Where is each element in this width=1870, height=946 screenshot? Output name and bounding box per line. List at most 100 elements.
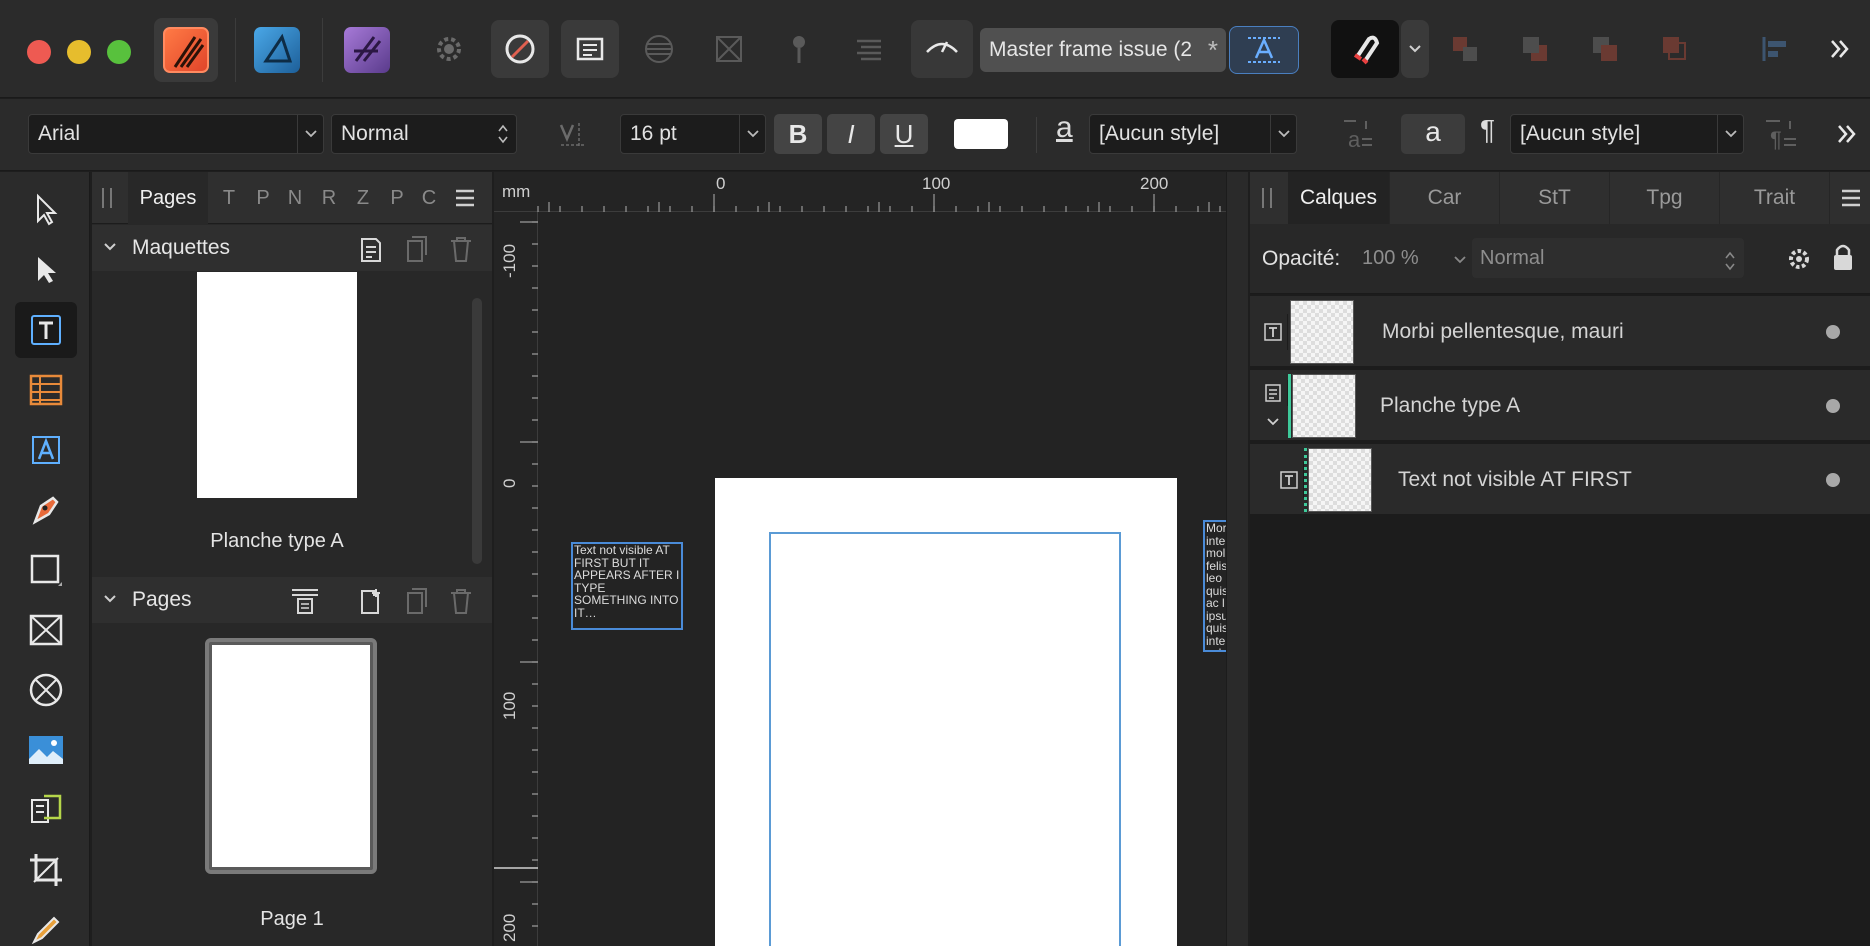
- tab-car[interactable]: Car: [1390, 172, 1500, 224]
- tab-stt[interactable]: StT: [1500, 172, 1610, 224]
- snapping-magnet-icon[interactable]: [1331, 20, 1399, 78]
- text-color-swatch[interactable]: [954, 119, 1008, 149]
- panel-menu-icon[interactable]: [1840, 188, 1862, 213]
- tab-p[interactable]: P: [248, 172, 278, 224]
- settings-gear-icon[interactable]: [420, 20, 478, 78]
- layer-row-child[interactable]: Text not visible AT FIRST: [1250, 444, 1870, 516]
- tab-r[interactable]: R: [314, 172, 344, 224]
- document-tab[interactable]: Master frame issue (2 *: [980, 28, 1226, 72]
- panel-grip-icon[interactable]: [102, 188, 112, 208]
- panel-menu-icon[interactable]: [454, 188, 476, 213]
- duplicate-master-icon[interactable]: [404, 235, 430, 268]
- move-tool-icon[interactable]: [15, 182, 77, 238]
- duplicate-page-icon[interactable]: [404, 587, 430, 620]
- layer-visibility-dot[interactable]: [1826, 325, 1840, 339]
- master-thumbnail[interactable]: [197, 272, 357, 498]
- tab-tpg[interactable]: Tpg: [1610, 172, 1720, 224]
- zoom-window-button[interactable]: [107, 40, 131, 64]
- place-image-tool-icon[interactable]: [15, 722, 77, 778]
- page-spread[interactable]: [715, 478, 1177, 946]
- rectangle-tool-icon[interactable]: [15, 542, 77, 598]
- view-mode-icon[interactable]: [911, 20, 973, 78]
- align-left-icon[interactable]: [1745, 20, 1803, 78]
- photo-persona-button[interactable]: [335, 18, 399, 82]
- chevron-down-icon[interactable]: [1266, 414, 1280, 432]
- context-overflow-icon[interactable]: [1836, 123, 1858, 150]
- designer-persona-button[interactable]: [245, 18, 309, 82]
- character-style-select[interactable]: [Aucun style]: [1089, 114, 1297, 154]
- node-tool-icon[interactable]: [15, 242, 77, 298]
- underline-button[interactable]: U: [880, 114, 928, 154]
- font-style-select[interactable]: Normal: [331, 114, 517, 154]
- add-page-icon[interactable]: [358, 587, 384, 620]
- layer-effects-gear-icon[interactable]: [1786, 246, 1812, 277]
- paragraph-style-glyph-button[interactable]: a: [1401, 114, 1465, 154]
- tab-t[interactable]: T: [214, 172, 244, 224]
- tab-z[interactable]: Z: [348, 172, 378, 224]
- paragraph-mark-icon: ¶: [1480, 114, 1496, 145]
- lock-icon[interactable]: [1832, 242, 1854, 277]
- tab-trait[interactable]: Trait: [1720, 172, 1830, 224]
- chevron-down-icon[interactable]: [102, 591, 118, 612]
- arrange-forward-icon[interactable]: [1576, 20, 1634, 78]
- minimize-window-button[interactable]: [67, 40, 91, 64]
- vertical-tracking-icon[interactable]: [555, 117, 591, 158]
- text-align-icon[interactable]: [840, 20, 898, 78]
- canvas-vertical-scrollbar[interactable]: [1226, 172, 1248, 946]
- ruler-unit: mm: [502, 182, 531, 201]
- table-tool-icon[interactable]: [15, 362, 77, 418]
- arrange-back-icon[interactable]: [1436, 20, 1494, 78]
- blend-mode-select[interactable]: Normal: [1472, 238, 1744, 278]
- vector-crop-tool-icon[interactable]: [15, 782, 77, 838]
- text-frame-wrap-icon[interactable]: [561, 20, 619, 78]
- pencil-tool-icon[interactable]: [15, 902, 77, 946]
- preflight-icon[interactable]: [491, 20, 549, 78]
- crop-tool-icon[interactable]: [15, 842, 77, 898]
- layer-row[interactable]: Morbi pellentesque, mauri: [1250, 296, 1870, 368]
- chevron-down-icon[interactable]: [102, 239, 118, 260]
- tab-n[interactable]: N: [280, 172, 310, 224]
- font-size-select[interactable]: 16 pt: [620, 114, 766, 154]
- frame-text-tool-icon[interactable]: [15, 302, 77, 358]
- document-canvas[interactable]: Text not visible AT FIRST BUT IT APPEARS…: [494, 172, 1248, 946]
- font-family-select[interactable]: Arial: [28, 114, 324, 154]
- pin-icon[interactable]: [770, 20, 828, 78]
- publisher-persona-button[interactable]: [154, 18, 218, 82]
- opacity-field[interactable]: 100 %: [1354, 238, 1470, 278]
- layer-visibility-dot[interactable]: [1826, 473, 1840, 487]
- artistic-text-tool-icon[interactable]: [15, 422, 77, 478]
- panel-grip-icon[interactable]: [1262, 188, 1272, 208]
- layer-row-master[interactable]: Planche type A: [1250, 370, 1870, 442]
- masters-scrollbar[interactable]: [472, 298, 482, 564]
- delete-master-icon[interactable]: [448, 235, 474, 268]
- toolbar-overflow-icon[interactable]: [1815, 20, 1865, 78]
- tab-p2[interactable]: P: [382, 172, 412, 224]
- tab-pages[interactable]: Pages: [128, 172, 208, 224]
- placeholder-frame-icon[interactable]: [700, 20, 758, 78]
- snapping-options-chevron-icon[interactable]: [1401, 20, 1429, 78]
- picture-frame-ellipse-tool-icon[interactable]: [15, 662, 77, 718]
- paragraph-style-select[interactable]: [Aucun style]: [1510, 114, 1744, 154]
- text-frame-left[interactable]: Text not visible AT FIRST BUT IT APPEARS…: [571, 542, 683, 630]
- page-thumbnail-selected[interactable]: [205, 638, 377, 874]
- arrange-front-icon[interactable]: [1646, 20, 1704, 78]
- picture-frame-rectangle-tool-icon[interactable]: [15, 602, 77, 658]
- text-frame-icon[interactable]: [1229, 26, 1299, 74]
- add-master-icon[interactable]: [358, 235, 384, 268]
- opacity-value: 100 %: [1362, 247, 1419, 269]
- insert-pages-icon[interactable]: [290, 587, 320, 620]
- pen-tool-icon[interactable]: [15, 482, 77, 538]
- bold-button[interactable]: B: [774, 114, 822, 154]
- layer-visibility-dot[interactable]: [1826, 399, 1840, 413]
- tab-c[interactable]: C: [414, 172, 444, 224]
- paragraph-style-update-icon[interactable]: ¶: [1762, 115, 1800, 158]
- italic-button[interactable]: I: [827, 114, 875, 154]
- delete-page-icon[interactable]: [448, 587, 474, 620]
- baseline-grid-icon[interactable]: [630, 20, 688, 78]
- tab-calques[interactable]: Calques: [1288, 172, 1390, 224]
- horizontal-ruler[interactable]: mm 0 100 200: [494, 172, 1248, 212]
- close-window-button[interactable]: [27, 40, 51, 64]
- vertical-ruler[interactable]: -100 0 100 200: [494, 212, 538, 946]
- arrange-backward-icon[interactable]: [1506, 20, 1564, 78]
- character-style-update-icon[interactable]: a: [1340, 115, 1378, 158]
